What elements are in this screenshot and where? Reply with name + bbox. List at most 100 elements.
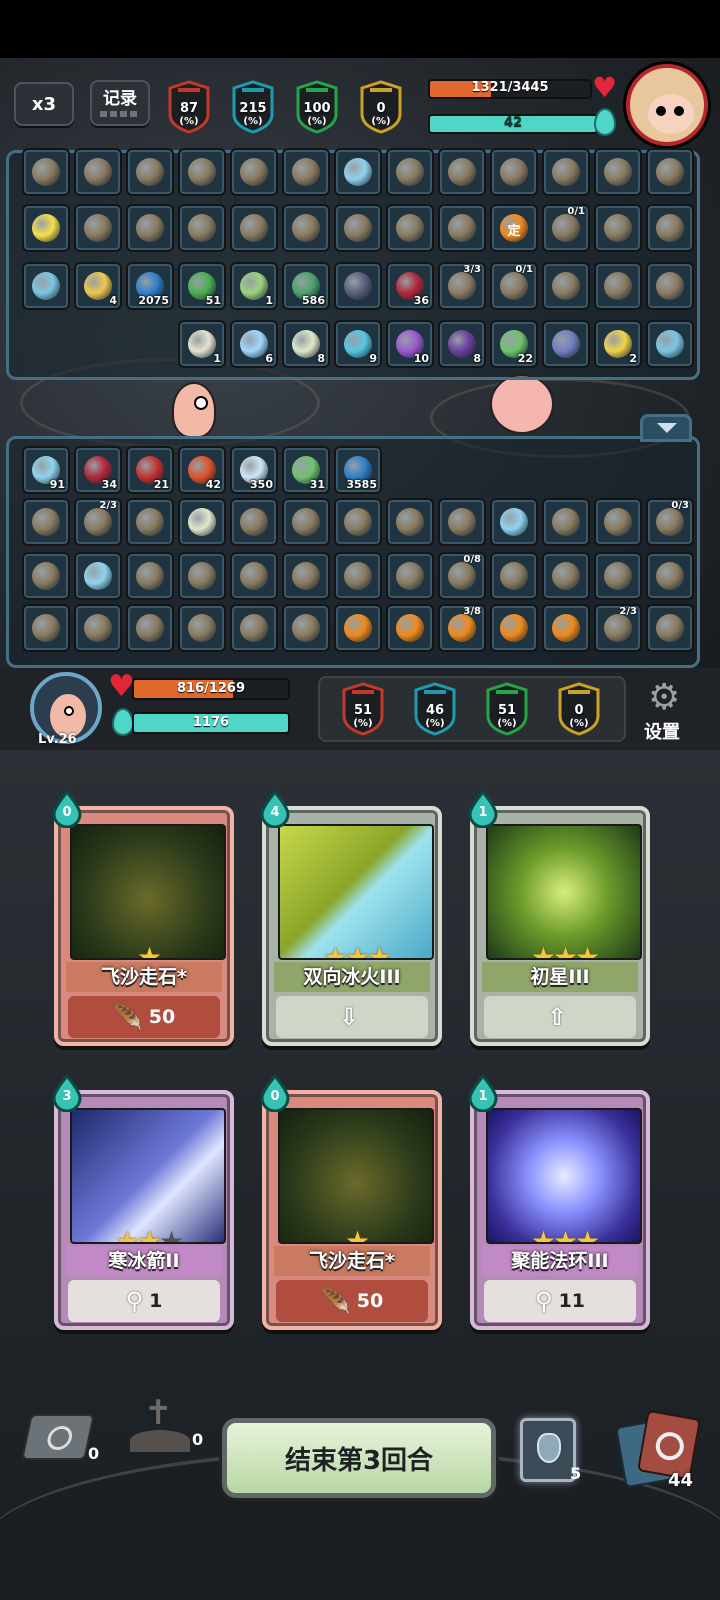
inventory-slot[interactable] — [74, 204, 122, 252]
inventory-slot[interactable]: 91 — [22, 446, 70, 494]
inventory-slot[interactable] — [438, 204, 486, 252]
inventory-slot[interactable]: 3/8 — [438, 604, 486, 652]
inventory-slot[interactable] — [230, 148, 278, 196]
stat-ward[interactable]: 0 (%) — [556, 682, 602, 736]
inventory-slot[interactable]: 8 — [438, 320, 486, 368]
inventory-slot[interactable] — [542, 552, 590, 600]
inventory-slot[interactable] — [646, 262, 694, 310]
stat-crit[interactable]: 215 (%) — [230, 80, 276, 134]
inventory-slot[interactable] — [178, 604, 226, 652]
enemy-portrait[interactable] — [626, 64, 708, 146]
stat-crit[interactable]: 46 (%) — [412, 682, 458, 736]
inventory-slot[interactable]: 4 — [74, 262, 122, 310]
inventory-slot[interactable]: 31 — [282, 446, 330, 494]
inventory-slot[interactable] — [22, 262, 70, 310]
discard-pile-button[interactable] — [21, 1414, 95, 1460]
inventory-slot[interactable] — [230, 204, 278, 252]
inventory-slot[interactable] — [230, 604, 278, 652]
inventory-slot[interactable]: 3585 — [334, 446, 382, 494]
end-turn-button[interactable]: 结束第3回合 — [222, 1418, 496, 1498]
inventory-slot[interactable]: 2/3 — [594, 604, 642, 652]
inventory-slot[interactable] — [334, 604, 382, 652]
inventory-slot[interactable] — [22, 204, 70, 252]
inventory-slot[interactable] — [282, 204, 330, 252]
inventory-slot[interactable] — [334, 148, 382, 196]
inventory-slot[interactable] — [542, 498, 590, 546]
inventory-slot[interactable] — [22, 148, 70, 196]
inventory-slot[interactable] — [490, 552, 538, 600]
inventory-slot[interactable]: 2 — [594, 320, 642, 368]
skill-card[interactable]: ★ 飞沙走石* 🪶 50 0 — [260, 1073, 442, 1330]
inventory-slot[interactable] — [178, 204, 226, 252]
inventory-slot[interactable] — [490, 604, 538, 652]
inventory-slot[interactable] — [22, 552, 70, 600]
inventory-slot[interactable]: 350 — [230, 446, 278, 494]
inventory-slot[interactable] — [282, 498, 330, 546]
inventory-slot[interactable] — [22, 604, 70, 652]
inventory-slot[interactable] — [178, 148, 226, 196]
inventory-slot[interactable] — [74, 148, 122, 196]
inventory-slot[interactable] — [438, 148, 486, 196]
inventory-slot[interactable] — [386, 552, 434, 600]
inventory-slot[interactable] — [542, 148, 590, 196]
inventory-slot[interactable]: 2/3 — [74, 498, 122, 546]
inventory-slot[interactable]: 3/3 — [438, 262, 486, 310]
inventory-slot[interactable] — [282, 148, 330, 196]
inventory-slot[interactable] — [282, 552, 330, 600]
inventory-slot[interactable] — [334, 204, 382, 252]
inventory-slot[interactable]: 0/1 — [542, 204, 590, 252]
inventory-slot[interactable]: 1 — [230, 262, 278, 310]
inventory-slot[interactable]: 586 — [282, 262, 330, 310]
inventory-slot[interactable] — [438, 498, 486, 546]
speed-button[interactable]: x3 — [14, 82, 74, 126]
inventory-slot[interactable] — [490, 498, 538, 546]
inventory-slot[interactable] — [230, 552, 278, 600]
inventory-slot[interactable]: 6 — [230, 320, 278, 368]
stat-attack[interactable]: 87 (%) — [166, 80, 212, 134]
inventory-slot[interactable]: 2075 — [126, 262, 174, 310]
inventory-slot[interactable] — [646, 552, 694, 600]
inventory-slot[interactable] — [178, 552, 226, 600]
inventory-slot[interactable]: 42 — [178, 446, 226, 494]
grave-button[interactable]: ✝ — [130, 1396, 190, 1456]
inventory-slot[interactable]: 22 — [490, 320, 538, 368]
inventory-slot[interactable] — [178, 498, 226, 546]
inventory-slot[interactable]: 定 — [490, 204, 538, 252]
inventory-slot[interactable] — [126, 498, 174, 546]
collapse-tab[interactable] — [640, 414, 692, 442]
stat-ward[interactable]: 0 (%) — [358, 80, 404, 134]
inventory-slot[interactable] — [22, 498, 70, 546]
inventory-slot[interactable] — [126, 204, 174, 252]
inventory-slot[interactable] — [334, 262, 382, 310]
inventory-slot[interactable] — [542, 320, 590, 368]
inventory-slot[interactable]: 34 — [74, 446, 122, 494]
inventory-slot[interactable] — [594, 552, 642, 600]
inventory-slot[interactable] — [126, 552, 174, 600]
inventory-slot[interactable] — [74, 552, 122, 600]
inventory-slot[interactable] — [386, 604, 434, 652]
inventory-slot[interactable] — [282, 604, 330, 652]
inventory-slot[interactable] — [646, 148, 694, 196]
skill-card[interactable]: ★★★ 双向冰火III ⇩ 4 — [260, 789, 442, 1046]
inventory-slot[interactable] — [334, 498, 382, 546]
inventory-slot[interactable] — [594, 204, 642, 252]
inventory-slot[interactable]: 10 — [386, 320, 434, 368]
inventory-slot[interactable]: 9 — [334, 320, 382, 368]
inventory-slot[interactable]: 21 — [126, 446, 174, 494]
inventory-slot[interactable] — [386, 204, 434, 252]
skill-card[interactable]: ★ 飞沙走石* 🪶 50 0 — [52, 789, 234, 1046]
inventory-slot[interactable] — [230, 498, 278, 546]
inventory-slot[interactable]: 1 — [178, 320, 226, 368]
inventory-slot[interactable] — [334, 552, 382, 600]
inventory-slot[interactable] — [126, 148, 174, 196]
inventory-slot[interactable]: 8 — [282, 320, 330, 368]
inventory-slot[interactable]: 0/1 — [490, 262, 538, 310]
potion-button[interactable] — [520, 1418, 576, 1482]
stat-attack[interactable]: 51 (%) — [340, 682, 386, 736]
stat-defense[interactable]: 51 (%) — [484, 682, 530, 736]
settings-button[interactable]: ⚙ 设置 — [638, 680, 694, 744]
inventory-slot[interactable]: 36 — [386, 262, 434, 310]
inventory-slot[interactable]: 51 — [178, 262, 226, 310]
inventory-slot[interactable] — [386, 148, 434, 196]
inventory-slot[interactable] — [646, 320, 694, 368]
